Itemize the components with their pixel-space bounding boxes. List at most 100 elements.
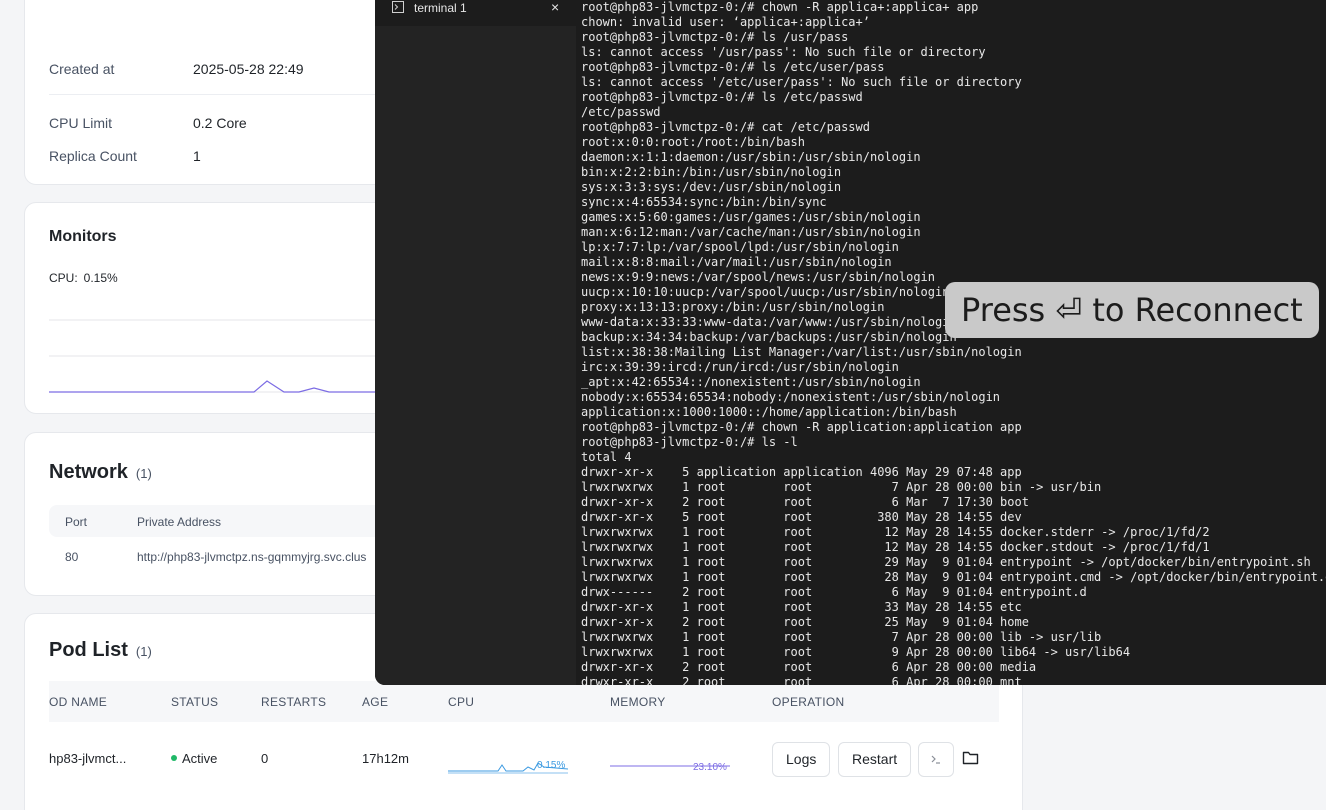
created-at-row: Created at 2025-05-28 22:49 (49, 61, 304, 77)
terminal-line: sync:x:4:65534:sync:/bin:/bin/sync (581, 195, 827, 209)
terminal-line: drwxr-xr-x 5 root root 380 May 28 14:55 … (581, 510, 1022, 524)
terminal-line: lrwxrwxrwx 1 root root 12 May 28 14:55 d… (581, 540, 1210, 554)
restart-button[interactable]: Restart (838, 742, 912, 777)
terminal-line: lp:x:7:7:lp:/var/spool/lpd:/usr/sbin/nol… (581, 240, 899, 254)
column-header-status: STATUS (171, 695, 219, 709)
network-title: Network (49, 461, 128, 483)
monitor-cpu: CPU: 0.15% (49, 271, 118, 285)
created-at-label: Created at (49, 61, 115, 77)
divider (49, 94, 423, 95)
terminal-line: mail:x:8:8:mail:/var/mail:/usr/sbin/nolo… (581, 255, 892, 269)
column-header-cpu: CPU (448, 695, 475, 709)
monitors-card: Monitors CPU: 0.15% (24, 202, 424, 414)
terminal-line: _apt:x:42:65534::/nonexistent:/usr/sbin/… (581, 375, 921, 389)
monitors-title: Monitors (49, 228, 117, 245)
terminal-line: drwxr-xr-x 2 root root 6 Apr 28 00:00 me… (581, 660, 1037, 674)
terminal-line: lrwxrwxrwx 1 root root 9 Apr 28 00:00 li… (581, 645, 1131, 659)
terminal-line: root@php83-jlvmctpz-0:/# ls -l (581, 435, 798, 449)
pod-name: hp83-jlvmct... (49, 751, 127, 766)
network-heading: Network (1) (49, 461, 152, 484)
memory-sparkline-label: 23.10% (693, 762, 727, 773)
replica-count-row: Replica Count 1 (49, 148, 201, 164)
logs-button[interactable]: Logs (772, 742, 831, 777)
monitor-cpu-value: 0.15% (83, 271, 118, 285)
terminal-output[interactable]: root@php83-jlvmctpz-0:/# chown -R applic… (581, 0, 1326, 685)
terminal-icon (931, 755, 940, 764)
terminal-line: drwxr-xr-x 5 application application 409… (581, 465, 1022, 479)
age-value: 17h12m (362, 751, 409, 766)
cpu-monitor-line (49, 380, 399, 393)
network-count: (1) (135, 466, 152, 481)
terminal-line: bin:x:2:2:bin:/bin:/usr/sbin/nologin (581, 165, 842, 179)
terminal-button[interactable] (918, 742, 954, 777)
tab-label: terminal 1 (414, 1, 467, 15)
cpu-limit-label: CPU Limit (49, 115, 113, 131)
terminal-line: total 4 (581, 450, 632, 464)
terminal-sidebar: terminal 1 × (375, 0, 576, 685)
pod-list-heading: Pod List (1) (49, 639, 152, 662)
terminal-line: drwx------ 2 root root 6 May 9 01:04 ent… (581, 585, 1087, 599)
reconnect-overlay[interactable]: Press ⏎ to Reconnect (945, 282, 1319, 338)
column-header-age: AGE (362, 695, 389, 709)
terminal-window[interactable]: terminal 1 × root@php83-jlvmctpz-0:/# ch… (375, 0, 1326, 685)
created-at-value: 2025-05-28 22:49 (193, 61, 304, 77)
terminal-line: lrwxrwxrwx 1 root root 29 May 9 01:04 en… (581, 555, 1311, 569)
terminal-line: drwxr-xr-x 2 root root 6 Mar 7 17:30 boo… (581, 495, 1029, 509)
terminal-line: drwxr-xr-x 2 root root 25 May 9 01:04 ho… (581, 615, 1029, 629)
replica-count-value: 1 (193, 148, 201, 164)
cpu-limit-value: 0.2 Core (193, 115, 247, 131)
terminal-line: lrwxrwxrwx 1 root root 7 Apr 28 00:00 li… (581, 630, 1102, 644)
column-header-memory: MEMORY (610, 695, 666, 709)
terminal-line: application:x:1000:1000::/home/applicati… (581, 405, 957, 419)
terminal-line: /etc/passwd (581, 105, 661, 119)
network-table-header: Port Private Address (49, 505, 423, 537)
terminal-line: ls: cannot access '/etc/user/pass': No s… (581, 75, 1022, 89)
cpu-sparkline: 0.15% (448, 760, 569, 774)
cpu-limit-row: CPU Limit 0.2 Core (49, 115, 247, 131)
terminal-line: lrwxrwxrwx 1 root root 28 May 9 01:04 en… (581, 570, 1326, 584)
terminal-line: root@php83-jlvmctpz-0:/# chown -R applic… (581, 420, 1022, 434)
monitor-cpu-label: CPU: (49, 271, 78, 285)
column-header-private-address: Private Address (137, 515, 222, 529)
terminal-line: irc:x:39:39:ircd:/run/ircd:/usr/sbin/nol… (581, 360, 899, 374)
port-cell: 80 (65, 550, 79, 564)
info-card: Created at 2025-05-28 22:49 CPU Limit 0.… (24, 0, 424, 185)
pod-list-title: Pod List (49, 639, 128, 661)
close-icon[interactable]: × (551, 0, 559, 15)
terminal-line: root@php83-jlvmctpz-0:/# cat /etc/passwd (581, 120, 870, 134)
terminal-line: nobody:x:65534:65534:nobody:/nonexistent… (581, 390, 1001, 404)
terminal-line: drwxr-xr-x 2 root root 6 Apr 28 00:00 mn… (581, 675, 1022, 685)
terminal-line: chown: invalid user: ‘applica+:applica+’ (581, 15, 870, 29)
tab-terminal-1[interactable]: terminal 1 × (375, 0, 576, 26)
replica-count-label: Replica Count (49, 148, 137, 164)
memory-sparkline: 23.10% (610, 762, 730, 773)
pod-list-count: (1) (135, 644, 152, 659)
terminal-line: sys:x:3:3:sys:/dev:/usr/sbin/nologin (581, 180, 842, 194)
table-row: hp83-jlvmct... Active 0 17h12m 0.15% 23.… (49, 734, 999, 784)
terminal-line: man:x:6:12:man:/var/cache/man:/usr/sbin/… (581, 225, 921, 239)
terminal-tab-icon (392, 1, 404, 13)
terminal-line: root:x:0:0:root:/root:/bin/bash (581, 135, 805, 149)
terminal-line: ls: cannot access '/usr/pass': No such f… (581, 45, 986, 59)
restarts-value: 0 (261, 751, 269, 766)
terminal-line: root@php83-jlvmctpz-0:/# ls /etc/passwd (581, 90, 863, 104)
cpu-sparkline-label: 0.15% (537, 760, 565, 771)
status-dot (171, 755, 177, 761)
column-header-restarts: RESTARTS (261, 695, 327, 709)
terminal-line: root@php83-jlvmctpz-0:/# chown -R applic… (581, 0, 979, 14)
terminal-line: games:x:5:60:games:/usr/games:/usr/sbin/… (581, 210, 921, 224)
cpu-monitor-chart (49, 319, 399, 393)
column-header-operation: OPERATION (772, 695, 845, 709)
terminal-line: daemon:x:1:1:daemon:/usr/sbin:/usr/sbin/… (581, 150, 921, 164)
terminal-line: lrwxrwxrwx 1 root root 12 May 28 14:55 d… (581, 525, 1210, 539)
terminal-line: root@php83-jlvmctpz-0:/# ls /usr/pass (581, 30, 849, 44)
terminal-line: root@php83-jlvmctpz-0:/# ls /etc/user/pa… (581, 60, 885, 74)
column-header-port: Port (65, 515, 88, 529)
network-card: Network (1) Port Private Address 80 http:… (24, 432, 424, 596)
terminal-line: list:x:38:38:Mailing List Manager:/var/l… (581, 345, 1022, 359)
private-address-link[interactable]: http://php83-jlvmctpz.ns-gqmmyjrg.svc.cl… (137, 550, 366, 564)
terminal-line: lrwxrwxrwx 1 root root 7 Apr 28 00:00 bi… (581, 480, 1102, 494)
folder-icon[interactable] (962, 750, 979, 765)
status-text: Active (182, 751, 218, 766)
status-badge: Active (171, 751, 217, 766)
